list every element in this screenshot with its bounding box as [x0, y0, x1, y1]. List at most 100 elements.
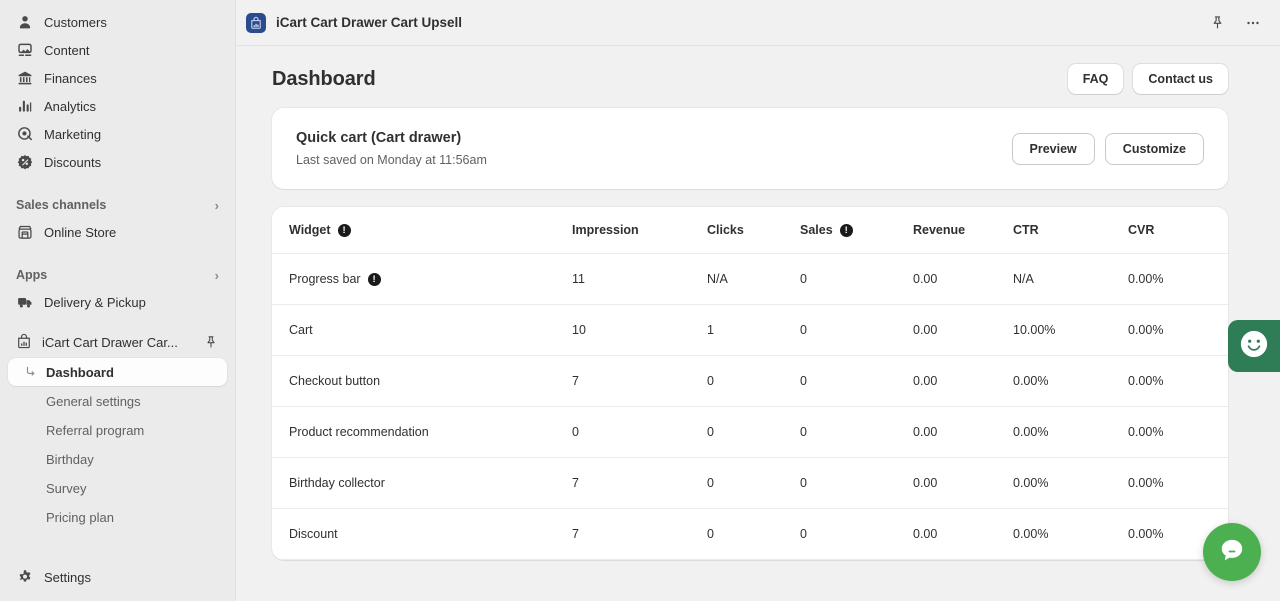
- pin-icon[interactable]: [203, 334, 219, 350]
- page-header: Dashboard FAQ Contact us: [236, 46, 1280, 108]
- sidebar-subnav: Dashboard General settings Referral prog…: [0, 358, 235, 532]
- sidebar-item-settings[interactable]: Settings: [8, 563, 227, 591]
- sidebar-item-customers[interactable]: Customers: [8, 8, 227, 36]
- sidebar-app-label: iCart Cart Drawer Car...: [42, 334, 178, 350]
- sidebar-item-dashboard[interactable]: Dashboard: [8, 358, 227, 386]
- cell-ctr: N/A: [1013, 253, 1128, 305]
- quick-cart-title: Quick cart (Cart drawer): [296, 130, 462, 146]
- cell-widget: Progress bar !: [272, 253, 572, 305]
- sidebar-main-nav: Customers Content Finances Analytics Mar…: [0, 8, 235, 176]
- sidebar-subitem-label: Birthday: [46, 451, 94, 467]
- column-header-sales[interactable]: Sales !: [800, 207, 913, 254]
- sidebar-item-content[interactable]: Content: [8, 36, 227, 64]
- truck-icon: [16, 293, 34, 311]
- table-row: Birthday collector 7 0 0 0.00 0.00% 0.00…: [272, 457, 1228, 509]
- sidebar-item-label: Delivery & Pickup: [44, 294, 146, 310]
- cell-clicks: 0: [707, 457, 800, 509]
- cell-ctr: 0.00%: [1013, 406, 1128, 458]
- column-label: Clicks: [707, 223, 744, 237]
- bar-chart-icon: [16, 97, 34, 115]
- column-label: Revenue: [913, 223, 966, 237]
- column-header-impression[interactable]: Impression: [572, 207, 707, 254]
- cell-impression: 11: [572, 253, 707, 305]
- widget-name: Checkout button: [289, 374, 381, 388]
- cell-revenue: 0.00: [913, 355, 1013, 407]
- cell-sales: 0: [800, 304, 913, 356]
- sidebar-item-icart-app[interactable]: iCart Cart Drawer Car...: [8, 328, 227, 356]
- sidebar-section-apps[interactable]: Apps ›: [8, 262, 227, 288]
- table-row: Checkout button 7 0 0 0.00 0.00% 0.00%: [272, 355, 1228, 407]
- sidebar-item-label: Online Store: [44, 224, 117, 240]
- column-header-revenue[interactable]: Revenue: [913, 207, 1013, 254]
- sidebar-item-online-store[interactable]: Online Store: [8, 218, 227, 246]
- sidebar-item-delivery-pickup[interactable]: Delivery & Pickup: [8, 288, 227, 316]
- info-icon[interactable]: !: [839, 223, 853, 237]
- info-icon[interactable]: !: [337, 223, 351, 237]
- sidebar-item-analytics[interactable]: Analytics: [8, 92, 227, 120]
- chevron-right-icon: ›: [214, 267, 219, 283]
- cell-impression: 10: [572, 304, 707, 356]
- chevron-right-icon: ›: [214, 197, 219, 213]
- sidebar-item-birthday[interactable]: Birthday: [8, 445, 227, 473]
- sidebar-item-survey[interactable]: Survey: [8, 474, 227, 502]
- icart-bag-icon: [16, 333, 32, 352]
- column-header-widget[interactable]: Widget !: [272, 207, 572, 254]
- cell-cvr: 0.00%: [1128, 457, 1228, 509]
- topbar-left: iCart Cart Drawer Cart Upsell: [246, 12, 462, 33]
- preview-button[interactable]: Preview: [1011, 132, 1095, 165]
- more-horizontal-icon[interactable]: [1242, 12, 1264, 34]
- bank-icon: [16, 69, 34, 87]
- cell-ctr: 0.00%: [1013, 457, 1128, 509]
- storefront-icon: [16, 223, 34, 241]
- sidebar-item-discounts[interactable]: Discounts: [8, 148, 227, 176]
- cell-widget: Birthday collector: [272, 457, 572, 509]
- sidebar-item-label: Marketing: [44, 126, 102, 142]
- sidebar-item-pricing-plan[interactable]: Pricing plan: [8, 503, 227, 531]
- sidebar-section-sales-channels[interactable]: Sales channels ›: [8, 192, 227, 218]
- contact-us-button[interactable]: Contact us: [1133, 64, 1228, 94]
- cell-cvr: 0.00%: [1128, 304, 1228, 356]
- table-row: Progress bar ! 11 N/A 0 0.00 N/A 0.00%: [272, 253, 1228, 305]
- content-icon: [16, 41, 34, 59]
- table-header-row: Widget ! Impression Clicks Sales ! Reven…: [272, 207, 1228, 254]
- column-header-clicks[interactable]: Clicks: [707, 207, 800, 254]
- sidebar-item-referral-program[interactable]: Referral program: [8, 416, 227, 444]
- cell-ctr: 10.00%: [1013, 304, 1128, 356]
- sidebar-item-finances[interactable]: Finances: [8, 64, 227, 92]
- chat-launcher-button[interactable]: [1203, 523, 1261, 581]
- page-title: Dashboard: [272, 67, 376, 90]
- metrics-table: Widget ! Impression Clicks Sales ! Reven…: [272, 207, 1228, 560]
- sidebar-item-marketing[interactable]: Marketing: [8, 120, 227, 148]
- chat-feedback-tab[interactable]: [1228, 320, 1280, 372]
- discount-badge-icon: [16, 153, 34, 171]
- cell-clicks: 0: [707, 406, 800, 458]
- chat-bubble-icon: [1217, 535, 1247, 570]
- cell-impression: 7: [572, 355, 707, 407]
- info-icon[interactable]: !: [367, 272, 381, 286]
- customize-button[interactable]: Customize: [1104, 132, 1204, 165]
- cards-container: Quick cart (Cart drawer) Last saved on M…: [236, 108, 1280, 560]
- sidebar-subitem-label: General settings: [46, 393, 141, 409]
- main-area: iCart Cart Drawer Cart Upsell Dashboard …: [236, 0, 1280, 601]
- column-header-ctr[interactable]: CTR: [1013, 207, 1128, 254]
- topbar-right: [1206, 12, 1264, 34]
- pin-icon[interactable]: [1206, 12, 1228, 34]
- cell-sales: 0: [800, 355, 913, 407]
- column-label: CVR: [1128, 223, 1155, 237]
- sidebar-subitem-label: Pricing plan: [46, 509, 114, 525]
- cell-ctr: 0.00%: [1013, 355, 1128, 407]
- column-header-cvr[interactable]: CVR: [1128, 207, 1228, 254]
- widget-name: Birthday collector: [289, 476, 385, 490]
- cell-widget: Checkout button: [272, 355, 572, 407]
- cell-cvr: 0.00%: [1128, 355, 1228, 407]
- app-root: Customers Content Finances Analytics Mar…: [0, 0, 1280, 601]
- sidebar-item-label: Discounts: [44, 154, 102, 170]
- column-label: Impression: [572, 223, 639, 237]
- table-row: Product recommendation 0 0 0 0.00 0.00% …: [272, 406, 1228, 458]
- widget-name: Progress bar: [289, 272, 361, 286]
- widget-name: Discount: [289, 527, 338, 541]
- faq-button[interactable]: FAQ: [1067, 64, 1124, 94]
- cell-widget: Product recommendation: [272, 406, 572, 458]
- sidebar-item-general-settings[interactable]: General settings: [8, 387, 227, 415]
- quick-cart-actions: Preview Customize: [1011, 132, 1204, 165]
